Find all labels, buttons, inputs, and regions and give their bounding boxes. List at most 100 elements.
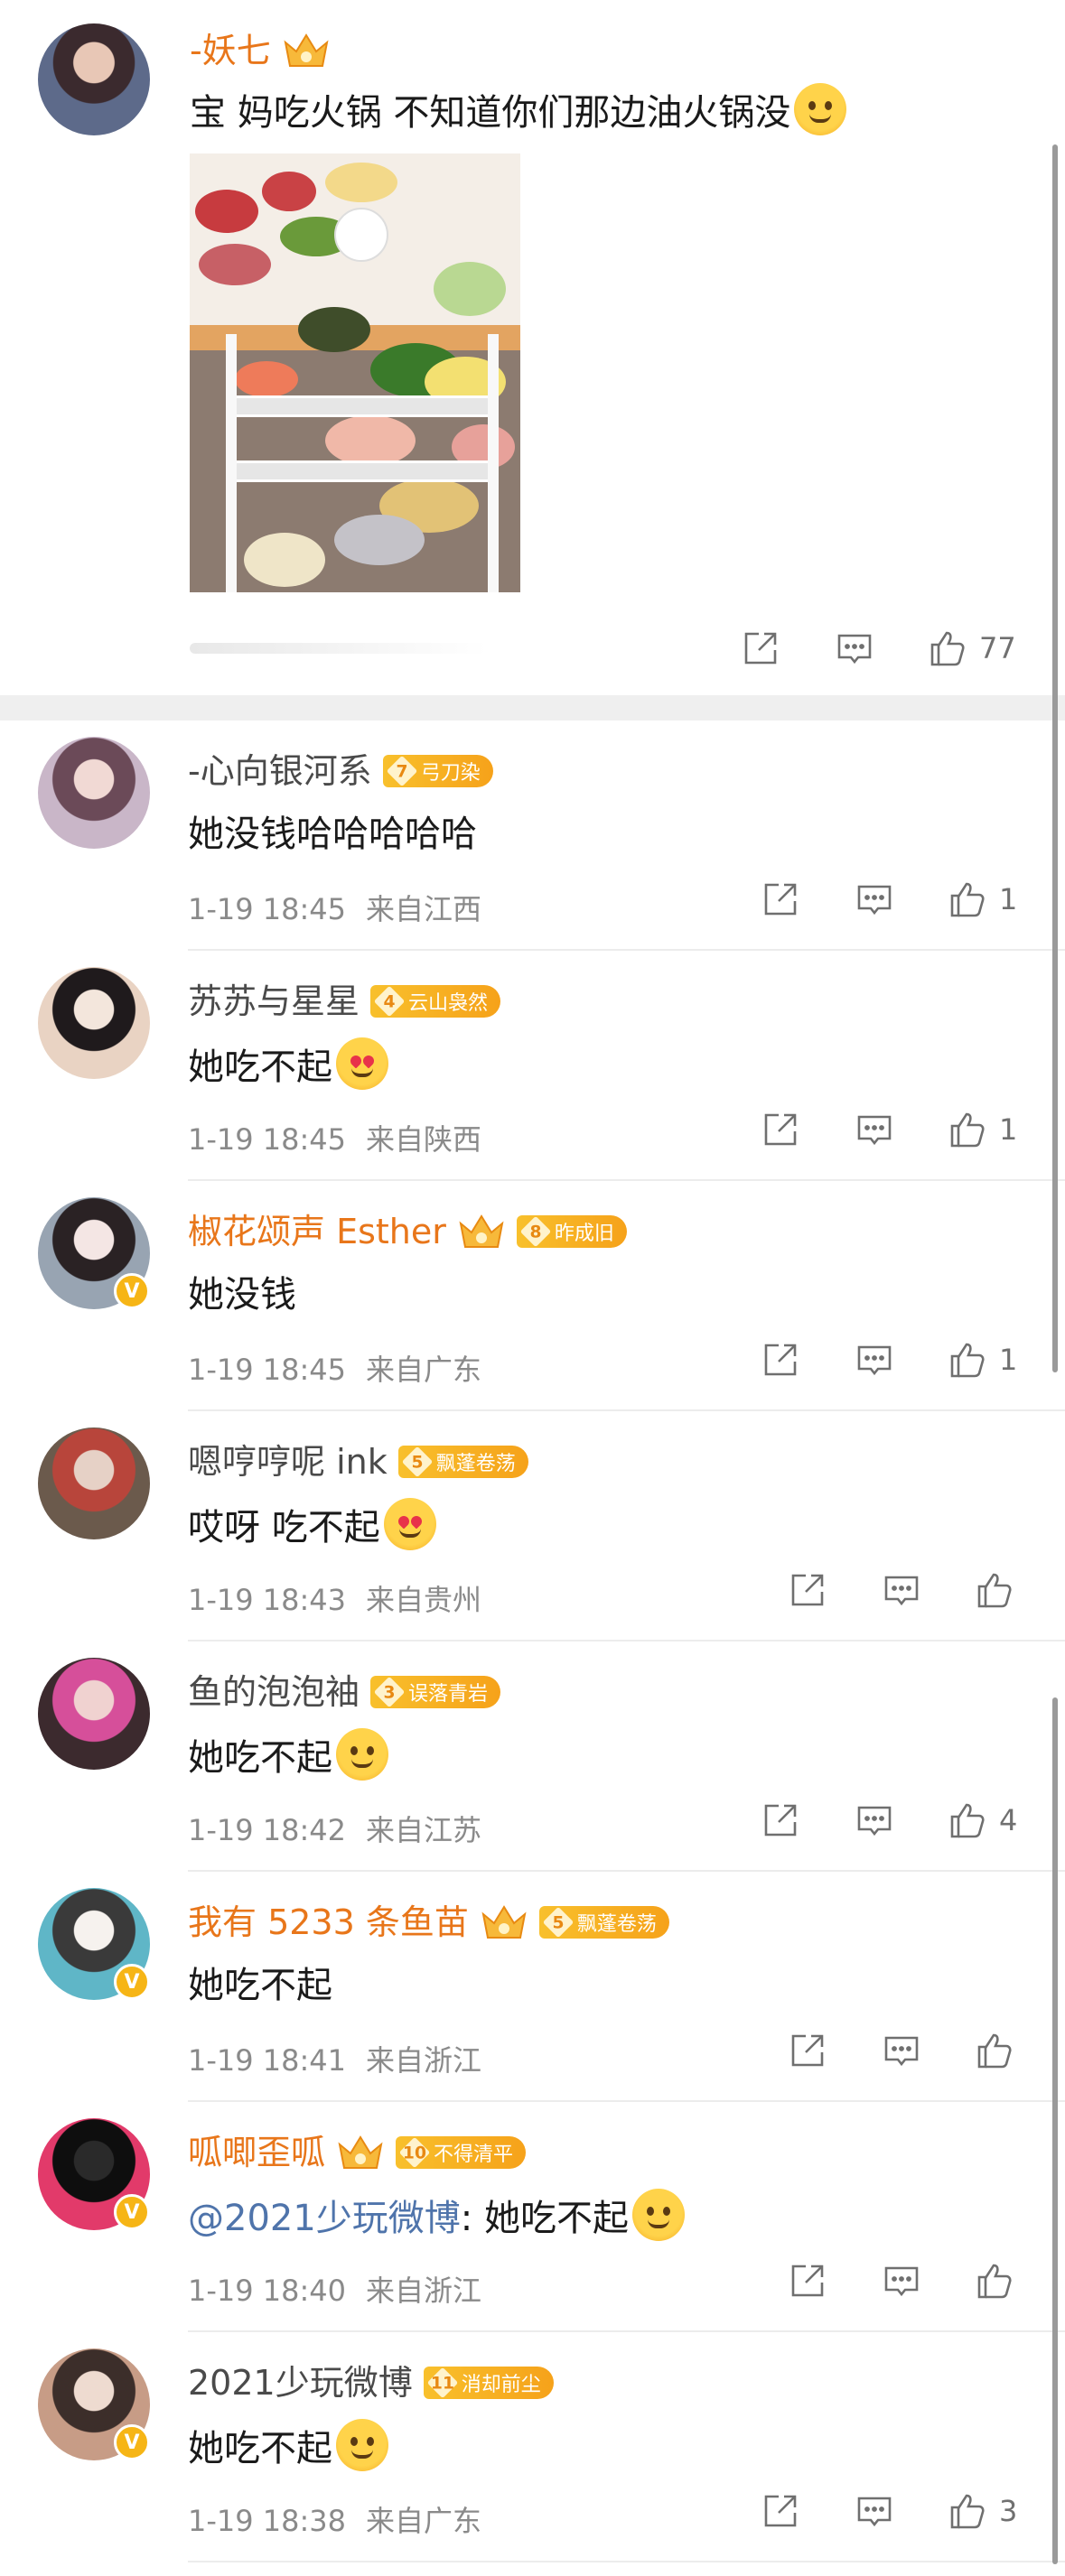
share-button[interactable] <box>786 2261 829 2301</box>
comment-button[interactable] <box>853 1110 896 1149</box>
comment-button[interactable] <box>853 1340 896 1380</box>
comment-row: V 椒花颂声 Esther 8 昨成旧 她没钱 1-19 18:45 来自广东 1 <box>0 1181 1065 1411</box>
share-button[interactable] <box>739 628 782 668</box>
comment-button[interactable] <box>880 1570 923 1610</box>
fan-level-badge[interactable]: 11 消却前尘 <box>423 2367 554 2399</box>
post-username[interactable]: -妖七 <box>190 33 271 68</box>
fan-level-title: 飘蓬卷荡 <box>576 1913 657 1936</box>
comment-time: 1-19 18:43 <box>188 1583 347 1617</box>
comment-button[interactable] <box>833 628 876 668</box>
like-button[interactable] <box>974 1570 1014 1610</box>
comment-username[interactable]: 椒花颂声 Esther <box>188 1214 446 1249</box>
share-button[interactable] <box>759 2491 802 2531</box>
comment-text: 她吃不起 <box>188 1728 388 1785</box>
fan-level-title: 不得清平 <box>434 2144 514 2166</box>
comment-icon <box>884 2266 919 2297</box>
post-avatar[interactable] <box>38 23 150 135</box>
comment-location: 来自陕西 <box>366 1122 482 1157</box>
like-button[interactable]: 77 <box>927 628 1016 668</box>
comment-username[interactable]: 我有 5233 条鱼苗 <box>188 1905 469 1939</box>
share-icon <box>764 883 797 916</box>
comment-username[interactable]: 呱唧歪呱 <box>188 2135 325 2170</box>
like-icon <box>950 1112 985 1148</box>
comment-time: 1-19 18:38 <box>188 2504 347 2538</box>
share-button[interactable] <box>786 2031 829 2070</box>
fan-level-badge[interactable]: 3 误落青岩 <box>370 1676 501 1708</box>
comment-meta: 1-19 18:41 来自浙江 <box>188 2038 481 2079</box>
comment-avatar[interactable] <box>38 737 150 849</box>
scrollbar-thumb[interactable] <box>1052 144 1058 1372</box>
comment-button[interactable] <box>880 2261 923 2301</box>
fan-level-badge[interactable]: 5 飘蓬卷荡 <box>397 1446 528 1478</box>
comment-username[interactable]: 嗯哼哼呢 ink <box>188 1445 388 1479</box>
comment-avatar[interactable] <box>38 1658 150 1770</box>
love-emoji-icon <box>383 1498 436 1550</box>
comment-body: 她吃不起 <box>188 2428 332 2469</box>
comment-button[interactable] <box>853 1800 896 1840</box>
share-icon <box>744 632 777 665</box>
share-button[interactable] <box>759 1340 802 1380</box>
comment-button[interactable] <box>853 879 896 919</box>
mention-link[interactable]: @2021少玩微博 <box>188 2198 461 2239</box>
verified-v-icon: V <box>114 2424 150 2460</box>
fan-level-badge[interactable]: 7 弓刀染 <box>382 755 493 787</box>
comment-row: 鱼的泡泡袖 3 误落青岩 她吃不起 1-19 18:42 来自江苏 4 <box>0 1641 1065 1872</box>
like-button[interactable]: 1 <box>947 879 1017 919</box>
fan-level-title: 昨成旧 <box>554 1223 614 1245</box>
comment-username[interactable]: 2021少玩微博 <box>188 2366 413 2400</box>
scrollbar-track-lower[interactable] <box>1052 1697 1058 2564</box>
crying-laugh-emoji-icon <box>794 83 847 135</box>
comment-username[interactable]: 苏苏与星星 <box>188 984 360 1018</box>
comment-name-row: 2021少玩微博 11 消却前尘 <box>188 2359 554 2406</box>
comment-row: V 我有 5233 条鱼苗 5 飘蓬卷荡 她吃不起 1-19 18:41 来自浙江 <box>0 1872 1065 2102</box>
share-button[interactable] <box>759 879 802 919</box>
share-button[interactable] <box>786 1570 829 1610</box>
post-name-row: -妖七 <box>190 25 331 76</box>
comment-body: 她吃不起 <box>188 1046 332 1088</box>
fan-level-badge[interactable]: 8 昨成旧 <box>516 1215 627 1248</box>
comment-actions: 1 <box>759 879 1017 919</box>
comment-button[interactable] <box>853 2491 896 2531</box>
like-button[interactable]: 4 <box>947 1800 1017 1840</box>
fan-level-number: 8 <box>529 1221 542 1242</box>
comment-icon <box>857 1345 892 1376</box>
row-divider <box>188 2561 1065 2562</box>
like-button[interactable] <box>974 2031 1014 2070</box>
like-icon <box>977 1573 1012 1608</box>
comment-avatar[interactable] <box>38 967 150 1079</box>
comment-icon <box>857 1115 892 1146</box>
like-button[interactable]: 1 <box>947 1110 1017 1149</box>
comment-like-count: 1 <box>999 1112 1018 1147</box>
like-button[interactable] <box>974 2261 1014 2301</box>
like-icon <box>930 631 965 666</box>
fan-level-title: 弓刀染 <box>420 762 481 785</box>
comment-location: 来自广东 <box>366 1353 482 1387</box>
comment-name-row: 嗯哼哼呢 ink 5 飘蓬卷荡 <box>188 1438 528 1485</box>
comment-username[interactable]: 鱼的泡泡袖 <box>188 1675 360 1709</box>
comment-actions <box>786 1570 1014 1610</box>
fan-level-badge[interactable]: 5 飘蓬卷荡 <box>538 1906 669 1939</box>
share-icon <box>791 1574 824 1606</box>
comment-like-count: 4 <box>999 1803 1018 1837</box>
like-button[interactable]: 3 <box>947 2491 1017 2531</box>
share-icon <box>764 2495 797 2527</box>
grin-emoji-icon <box>336 2419 388 2471</box>
fan-level-title: 云山袅然 <box>408 992 489 1015</box>
comment-avatar[interactable] <box>38 1427 150 1539</box>
comment-text: 她没钱哈哈哈哈哈 <box>188 807 477 861</box>
comment-row: -心向银河系 7 弓刀染 她没钱哈哈哈哈哈 1-19 18:45 来自江西 1 <box>0 721 1065 951</box>
share-button[interactable] <box>759 1110 802 1149</box>
post-text: 宝 妈吃火锅 不知道你们那边油火锅没 <box>190 83 847 143</box>
fan-level-badge[interactable]: 10 不得清平 <box>396 2136 527 2169</box>
comment-time: 1-19 18:42 <box>188 1813 347 1847</box>
fan-level-badge[interactable]: 4 云山袅然 <box>370 985 501 1018</box>
comment-username[interactable]: -心向银河系 <box>188 754 372 788</box>
like-icon <box>950 1343 985 1378</box>
post-photo-hotpot[interactable] <box>190 153 520 592</box>
comment-button[interactable] <box>880 2031 923 2070</box>
like-button[interactable]: 1 <box>947 1340 1017 1380</box>
share-button[interactable] <box>759 1800 802 1840</box>
comment-row: 嗯哼哼呢 ink 5 飘蓬卷荡 哎呀 吃不起 1-19 18:43 来自贵州 <box>0 1411 1065 1641</box>
fan-level-title: 消却前尘 <box>461 2374 541 2396</box>
comment-meta: 1-19 18:45 来自广东 <box>188 1347 481 1389</box>
